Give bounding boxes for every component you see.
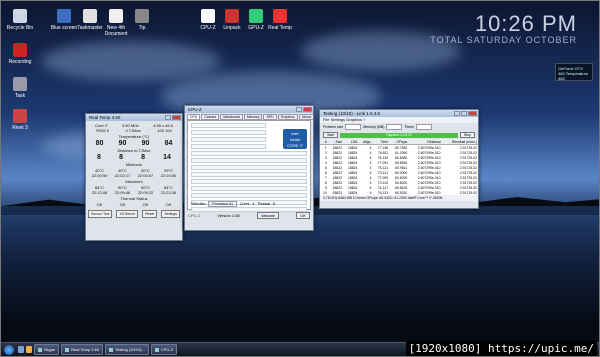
sensor-test-button[interactable]: Sensor Test (88, 210, 113, 218)
desktop-icon-recycle-bin[interactable]: Recycle Bin (3, 9, 37, 31)
app-icon (13, 109, 27, 123)
menu-file[interactable]: File (323, 117, 329, 122)
maximize-button[interactable] (461, 111, 467, 116)
processor-select[interactable]: Processor #1 (208, 201, 238, 207)
clock-gadget: 10:26 PM TOTAL SATURDAY OCTOBER (430, 11, 577, 45)
desktop-icon-rivet[interactable]: Rivet 3 (3, 109, 37, 131)
cpuz-titlebar[interactable]: CPU-Z (185, 106, 313, 113)
app-icon (225, 9, 239, 23)
intel-logo: intel inside CORE i7 (283, 129, 307, 149)
stop-button[interactable]: Stop (459, 132, 475, 138)
times-input[interactable] (415, 124, 432, 130)
linpack-window: Testing (10/10) - Link 1.0.4.5 File Sett… (319, 109, 479, 209)
progress-bar: Elapsed 1:10:22 (340, 132, 458, 138)
minimize-button[interactable] (165, 115, 171, 120)
distance-to-tjmax: 8 8 8 14 (97, 154, 171, 161)
cpuz-brand: CPU-Z (188, 213, 201, 218)
minimize-button[interactable] (454, 111, 460, 116)
recycle-bin-icon (13, 9, 27, 23)
minimize-button[interactable] (296, 107, 302, 112)
cpuz-cpu-panel: intel inside CORE i7 Selection Processor… (187, 120, 311, 212)
app-icon (13, 43, 27, 57)
thermometer-icon (273, 9, 287, 23)
ok-button[interactable]: OK (296, 212, 310, 219)
taskbar-item-cpuz[interactable]: CPU-Z (150, 344, 178, 355)
desktop-icon-recording[interactable]: Recording (3, 43, 37, 65)
app-icon (83, 9, 97, 23)
desktop-icon-realtemp[interactable]: Real Temp (263, 9, 297, 31)
clock-time: 10:26 PM (474, 11, 577, 36)
close-button[interactable] (172, 115, 181, 120)
watermark: [1920x1080] https://upic.me/ (405, 341, 597, 356)
desktop-icon-task[interactable]: Task (3, 77, 37, 99)
menu-graphics[interactable]: Graphics (346, 117, 362, 122)
taskbar-item-linpack[interactable]: Testing (10/10)... (105, 344, 149, 355)
browser-icon[interactable] (26, 346, 32, 353)
gpu-temp-gadget: GeForce GTX 460 Temperature 46C (555, 63, 593, 81)
thermometer-icon (65, 347, 70, 352)
results-table: # Size LDA Align. Time GFlops Residual Residual… (320, 139, 478, 195)
app-icon (135, 9, 149, 23)
cpuz-tabs: CPU Caches Mainboard Memory SPD Graphics… (185, 113, 313, 120)
close-button[interactable] (303, 107, 312, 112)
taskbar-item-realtemp[interactable]: Real Temp 3.60 (61, 344, 104, 355)
skype-icon (38, 347, 42, 352)
app-icon (57, 9, 71, 23)
reset-button[interactable]: Reset (142, 210, 158, 218)
cpuz-window: CPU-Z CPU Caches Mainboard Memory SPD Gr… (184, 105, 314, 231)
xs-bench-button[interactable]: XS Bench (116, 210, 139, 218)
menu-settings[interactable]: Settings (331, 117, 345, 122)
gpuz-icon (249, 9, 263, 23)
realtemp-titlebar[interactable]: Real Temp 3.60 (86, 114, 182, 121)
start-button[interactable]: Start (323, 132, 339, 138)
realtemp-window: Real Temp 3.60 Core i7 3.80 MHz 4.55 x 4… (85, 113, 183, 241)
core-temperatures: 80 90 90 84 (95, 140, 173, 147)
cpuz-icon (201, 9, 215, 23)
desktop-icon-tip[interactable]: Tip (125, 9, 159, 31)
memory-input[interactable] (386, 124, 403, 130)
clock-date: TOTAL SATURDAY OCTOBER (430, 35, 577, 45)
linpack-titlebar[interactable]: Testing (10/10) - Link 1.0.4.5 (320, 110, 478, 117)
app-icon (109, 347, 114, 352)
taskbar-item-skype[interactable]: Skype (34, 344, 60, 355)
problem-size-input[interactable] (345, 124, 362, 130)
menu-help[interactable]: ? (363, 117, 365, 122)
settings-button[interactable]: Settings (161, 210, 180, 218)
app-icon (13, 77, 27, 91)
explorer-icon[interactable] (18, 346, 24, 353)
close-button[interactable] (468, 111, 477, 116)
validate-button[interactable]: Validate (256, 212, 280, 219)
desktop: Recycle Bin Blue screen Taskmaster New 4… (0, 0, 600, 357)
document-icon (109, 9, 123, 23)
cpuz-icon (154, 347, 159, 352)
status-bar: 3.78 GHz 6484 MB 10 times GFlops: 60.433… (320, 195, 478, 201)
start-button[interactable] (4, 344, 14, 355)
